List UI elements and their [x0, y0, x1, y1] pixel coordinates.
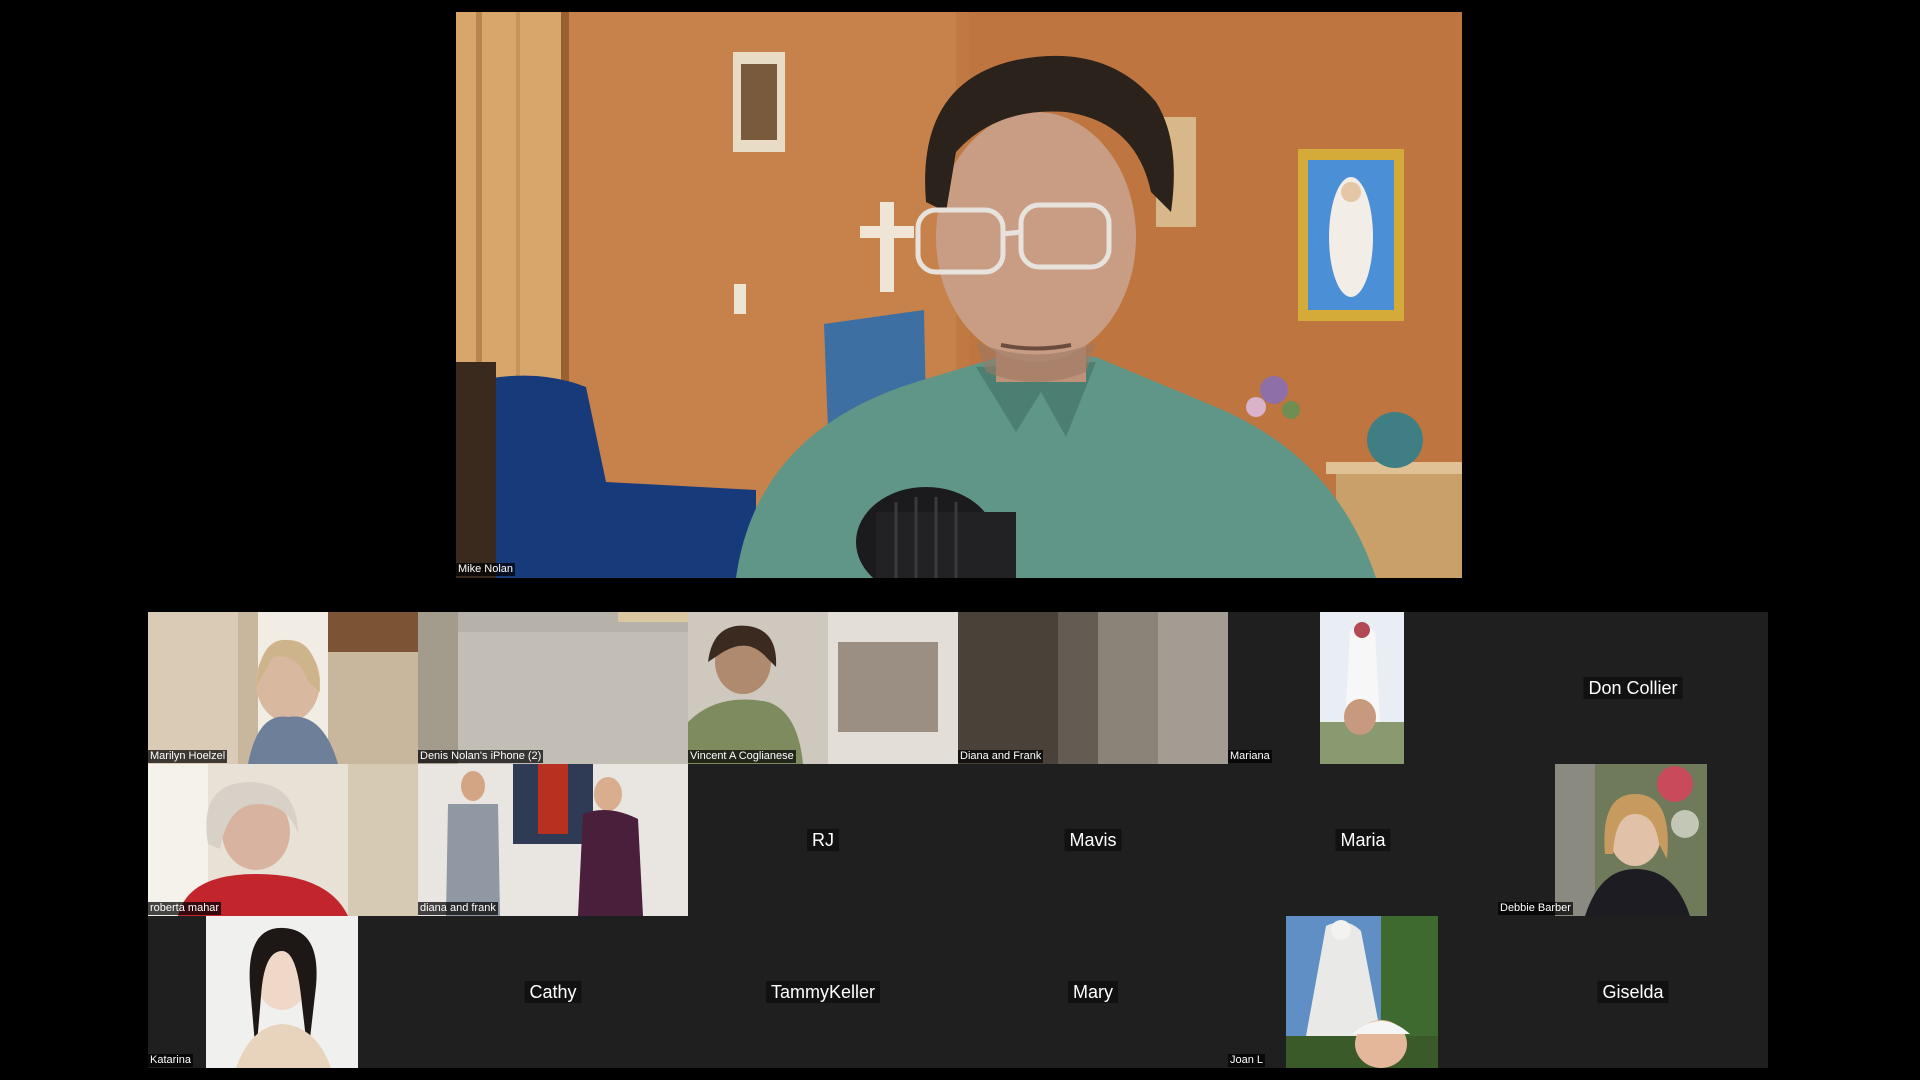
participant-tile[interactable]: Mary: [958, 916, 1228, 1068]
participant-name: Cathy: [524, 981, 582, 1003]
participant-name: Marilyn Hoelzel: [148, 750, 228, 763]
active-speaker-video-tile[interactable]: Mike Nolan: [456, 12, 1462, 578]
participant-video: [1320, 612, 1404, 764]
participant-video: [206, 916, 358, 1068]
participant-tile[interactable]: Don Collier: [1498, 612, 1768, 764]
participant-video: [418, 612, 688, 764]
participant-tile[interactable]: Katarina: [148, 916, 418, 1068]
participant-name: Mavis: [1064, 829, 1122, 851]
participant-tile[interactable]: TammyKeller: [688, 916, 958, 1068]
participant-name: Denis Nolan's iPhone (2): [418, 750, 544, 763]
participant-tile[interactable]: Mavis: [958, 764, 1228, 916]
participant-tile[interactable]: Maria: [1228, 764, 1498, 916]
participant-tile[interactable]: Mariana: [1228, 612, 1498, 764]
participant-name: Katarina: [148, 1054, 193, 1067]
participant-video: [148, 764, 418, 916]
participant-video: [688, 612, 958, 764]
speaker-video-frame: [456, 12, 1462, 578]
participant-name: Don Collier: [1583, 677, 1683, 699]
participant-name: Mariana: [1228, 750, 1272, 763]
participant-tile[interactable]: Marilyn Hoelzel: [148, 612, 418, 764]
participant-name: RJ: [807, 829, 839, 851]
participant-tile[interactable]: Diana and Frank: [958, 612, 1228, 764]
participant-name: Vincent A Coglianese: [688, 750, 796, 763]
participant-video: [1286, 916, 1438, 1068]
participant-name: Maria: [1335, 829, 1391, 851]
participant-tile[interactable]: Joan L: [1228, 916, 1498, 1068]
participant-tile[interactable]: Cathy: [418, 916, 688, 1068]
participant-name: roberta mahar: [148, 902, 222, 915]
participant-tile[interactable]: roberta mahar: [148, 764, 418, 916]
participant-tile[interactable]: Vincent A Coglianese: [688, 612, 958, 764]
participant-tile[interactable]: Denis Nolan's iPhone (2): [418, 612, 688, 764]
participant-tile[interactable]: Debbie Barber: [1498, 764, 1768, 916]
participant-video: [1555, 764, 1707, 916]
participant-tile[interactable]: diana and frank: [418, 764, 688, 916]
participant-name: Giselda: [1597, 981, 1669, 1003]
participant-video: [148, 612, 418, 764]
participant-name: Mary: [1068, 981, 1118, 1003]
participant-name: Diana and Frank: [958, 750, 1044, 763]
participant-video: [958, 612, 1228, 764]
participant-name: Joan L: [1228, 1054, 1266, 1067]
participant-video: [418, 764, 688, 916]
participant-tile[interactable]: RJ: [688, 764, 958, 916]
participant-name: Debbie Barber: [1498, 902, 1573, 915]
participant-name: TammyKeller: [765, 981, 881, 1003]
speaker-name-label: Mike Nolan: [456, 563, 516, 576]
participant-name: diana and frank: [418, 902, 498, 915]
participant-tile[interactable]: Giselda: [1498, 916, 1768, 1068]
